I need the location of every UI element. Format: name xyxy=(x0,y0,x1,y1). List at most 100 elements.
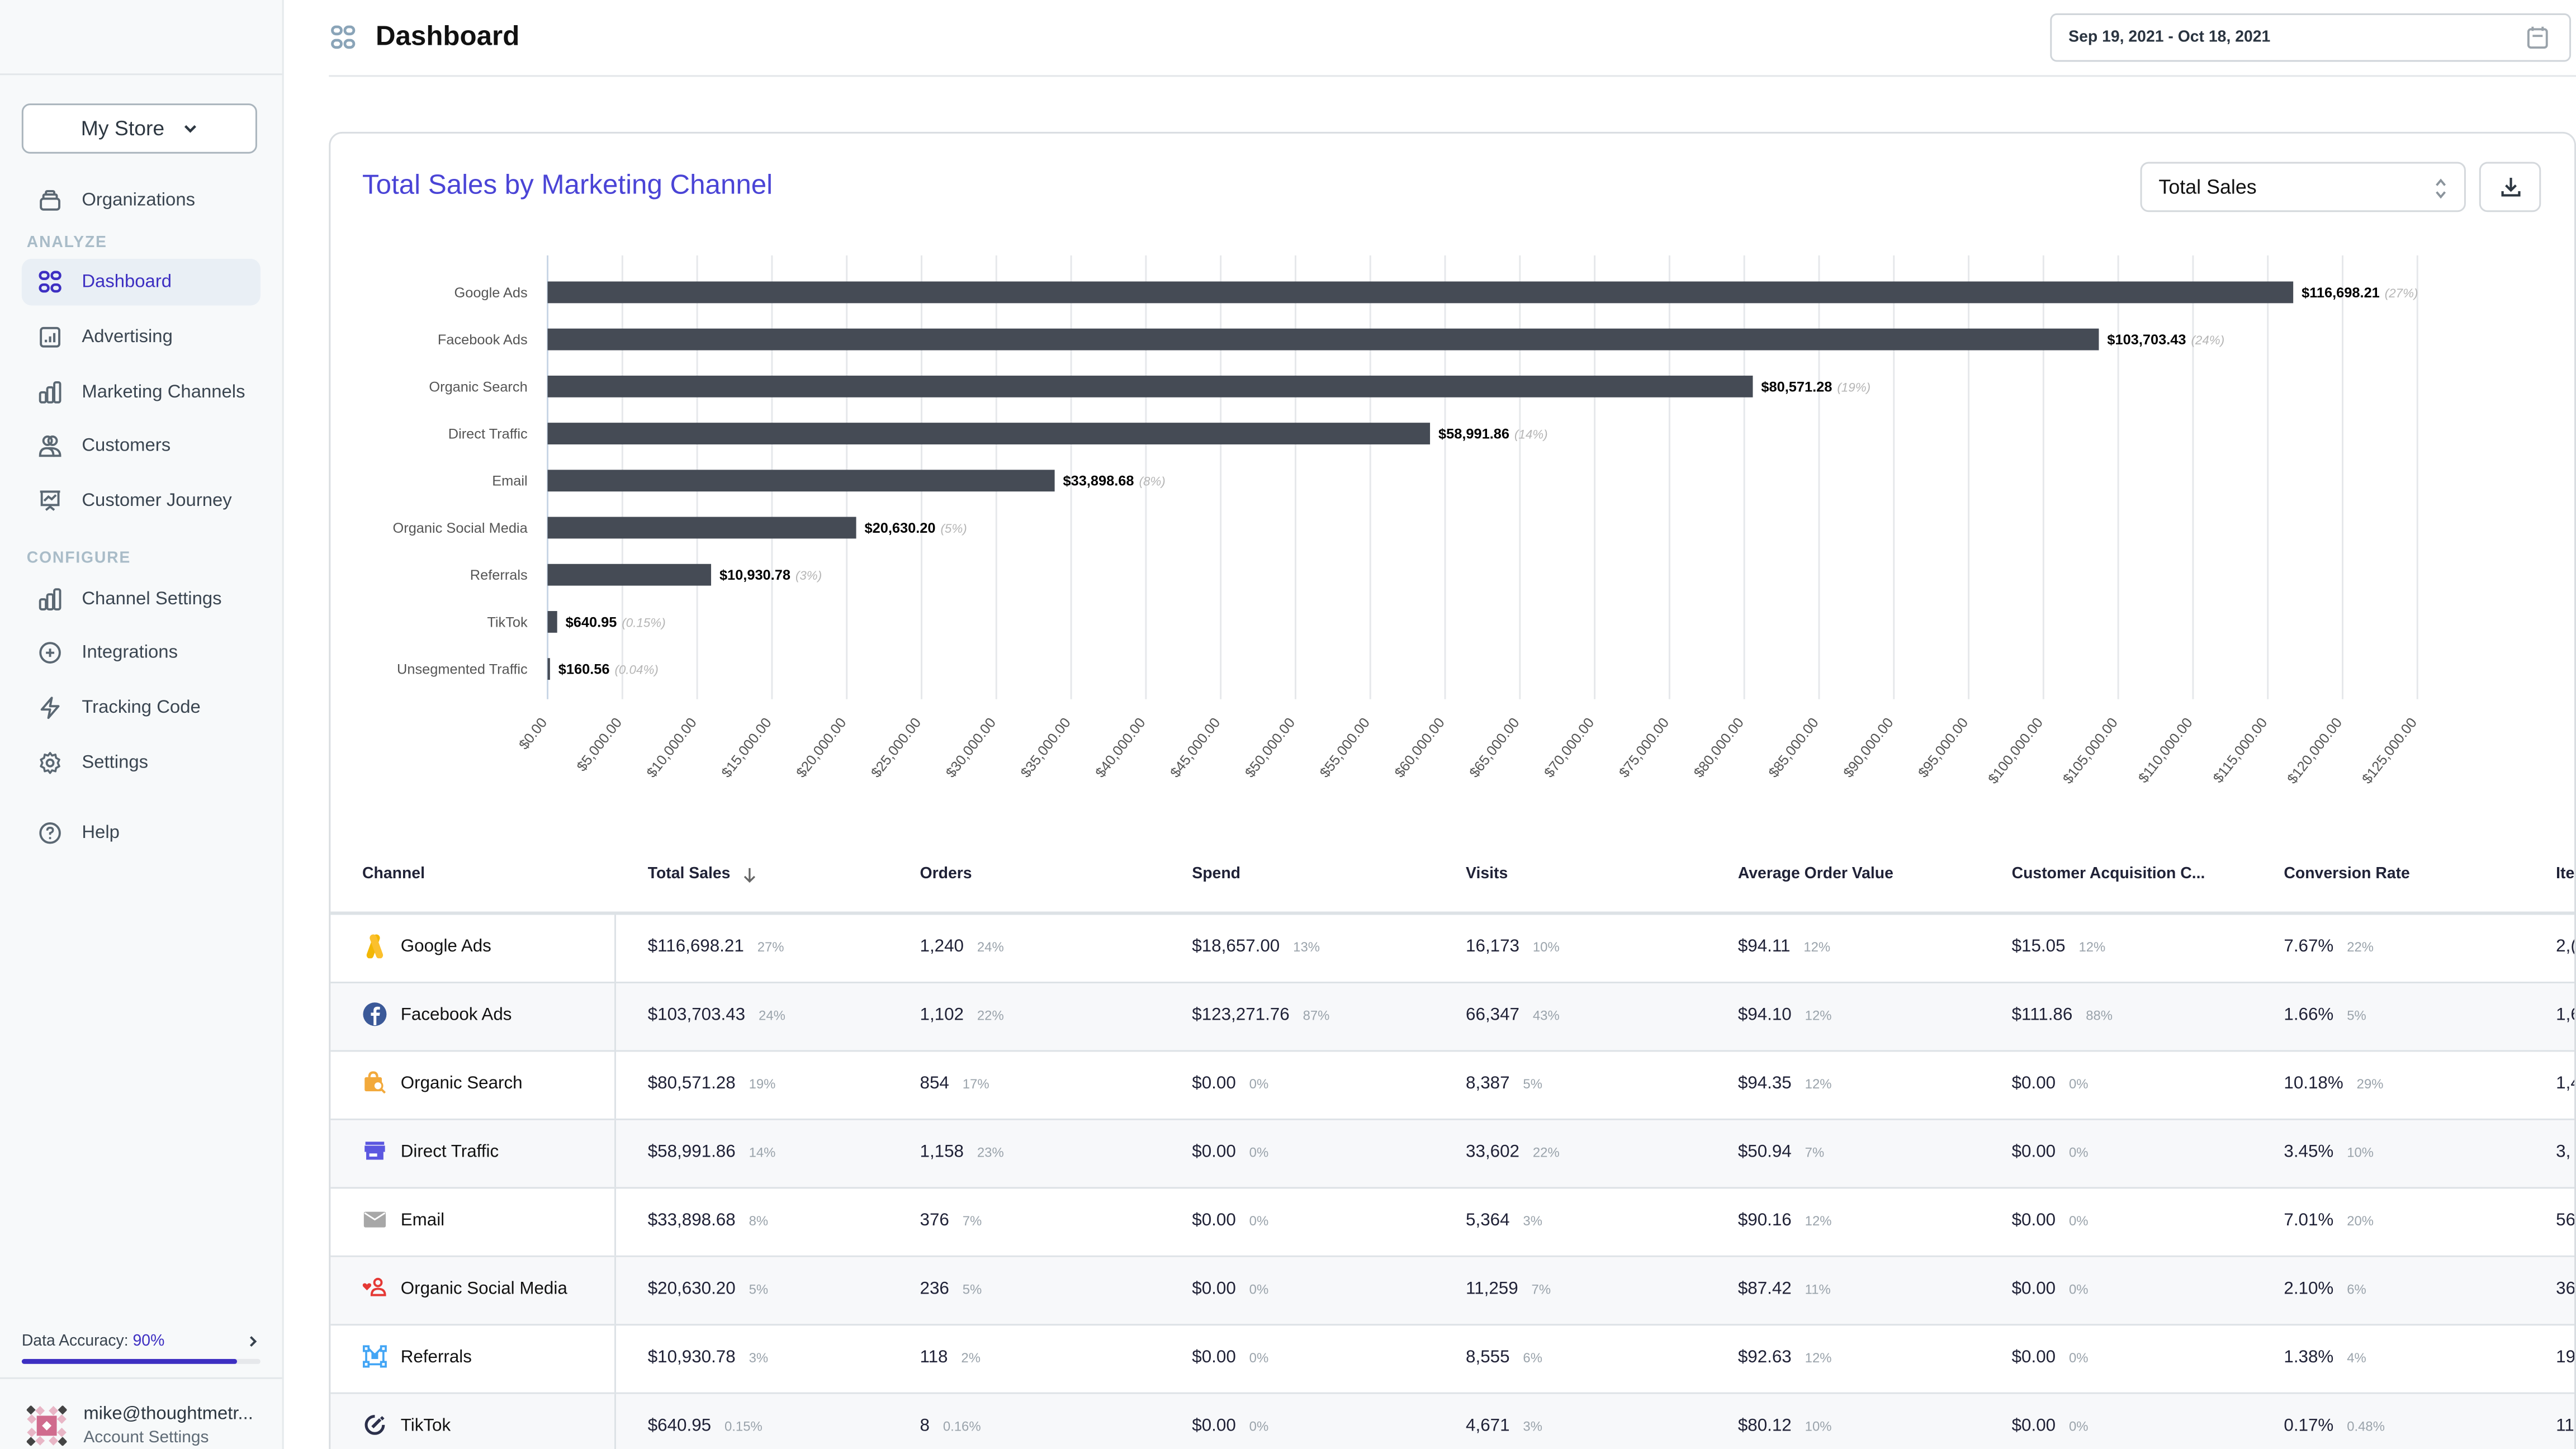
cell-value: $92.63 xyxy=(1738,1347,1792,1367)
column-header[interactable]: Customer Acquisition C... xyxy=(2012,865,2205,883)
cell-share-percent: 6% xyxy=(2347,1282,2366,1298)
channel-name: Direct Traffic xyxy=(401,1141,499,1161)
column-header-label: Conversion Rate xyxy=(2284,865,2409,883)
sidebar-item-advertising[interactable]: Advertising xyxy=(22,314,261,361)
channel-cell: Organic Social Media xyxy=(362,1276,567,1301)
cell-share-percent: 8% xyxy=(749,1214,769,1229)
table-cell: $94.1012% xyxy=(1738,1005,1832,1025)
column-header-label: Channel xyxy=(362,865,425,883)
dashboard-icon xyxy=(39,271,62,294)
download-icon xyxy=(2498,176,2522,199)
column-header[interactable]: Average Order Value xyxy=(1738,865,1893,883)
account-settings-link[interactable]: Account Settings xyxy=(83,1429,209,1447)
column-header[interactable]: Ite xyxy=(2556,865,2574,883)
sidebar-item-channel-settings[interactable]: Channel Settings xyxy=(22,576,261,623)
cell-value: 3.45% xyxy=(2284,1142,2333,1162)
channel-cell: Referrals xyxy=(362,1344,472,1369)
channel-cell: Email xyxy=(362,1207,444,1232)
table-cell: 2,( xyxy=(2556,936,2576,956)
channel-cell: Direct Traffic xyxy=(362,1139,499,1164)
table-cell: 11 xyxy=(2556,1415,2574,1436)
page-header: Dashboard Sep 19, 2021 - Oct 18, 2021 xyxy=(329,0,2576,77)
cell-share-percent: 27% xyxy=(757,940,784,955)
cell-value: $0.00 xyxy=(1192,1347,1235,1367)
account-menu[interactable]: mike@thoughtmetr... Account Settings xyxy=(0,1377,282,1449)
cell-value: $103,703.43 xyxy=(648,1005,745,1025)
sidebar-item-help[interactable]: Help xyxy=(22,809,261,856)
column-header-label: Customer Acquisition C... xyxy=(2012,865,2205,883)
table-row[interactable]: Email$33,898.688%3767%$0.000%5,3643%$90.… xyxy=(330,1188,2576,1257)
table-cell: $90.1612% xyxy=(1738,1210,1832,1230)
table-cell: 3767% xyxy=(920,1210,982,1230)
date-range-picker[interactable]: Sep 19, 2021 - Oct 18, 2021 xyxy=(2050,13,2571,62)
metric-select[interactable]: Total Sales xyxy=(2141,162,2466,212)
cell-share-percent: 0% xyxy=(2069,1351,2089,1366)
x-tick-label: $10,000.00 xyxy=(644,715,700,780)
column-header[interactable]: Channel xyxy=(362,865,425,883)
cell-value: $80.12 xyxy=(1738,1415,1792,1436)
sidebar-item-dashboard[interactable]: Dashboard xyxy=(22,259,261,306)
bar xyxy=(548,564,711,586)
channel-name: Google Ads xyxy=(401,936,491,956)
bar-chart: $0.00$5,000.00$10,000.00$15,000.00$20,00… xyxy=(330,234,2576,818)
table-row[interactable]: Referrals$10,930.783%1182%$0.000%8,5556%… xyxy=(330,1325,2576,1394)
bar-value-label: $640.95 xyxy=(566,614,617,630)
table-cell: 2.10%6% xyxy=(2284,1279,2366,1299)
chevron-right-icon[interactable] xyxy=(245,1334,261,1349)
sidebar-item-customer-journey[interactable]: Customer Journey xyxy=(22,477,261,524)
sidebar-item-integrations[interactable]: Integrations xyxy=(22,629,261,676)
sidebar-item-tracking-code[interactable]: Tracking Code xyxy=(22,684,261,731)
cell-share-percent: 4% xyxy=(2347,1351,2366,1366)
cell-value: 854 xyxy=(920,1073,949,1093)
cell-value: $80,571.28 xyxy=(648,1073,736,1093)
table-row[interactable]: Facebook Ads$103,703.4324%1,10222%$123,2… xyxy=(330,983,2576,1052)
x-tick-label: $90,000.00 xyxy=(1840,715,1896,780)
dashboard-icon xyxy=(330,25,356,50)
column-header[interactable]: Orders xyxy=(920,865,972,883)
bar-percent-label: (27%) xyxy=(2385,286,2418,300)
table-row[interactable]: Google Ads$116,698.2127%1,24024%$18,657.… xyxy=(330,915,2576,983)
help-icon xyxy=(39,821,62,845)
cell-value: 11,259 xyxy=(1466,1279,1518,1299)
table-cell: 3.45%10% xyxy=(2284,1142,2374,1162)
bar-percent-label: (5%) xyxy=(940,522,967,536)
cell-share-percent: 13% xyxy=(1293,940,1320,955)
table-row[interactable]: TikTok$640.950.15%80.16%$0.000%4,6713%$8… xyxy=(330,1394,2576,1449)
sidebar-item-marketing-channels[interactable]: Marketing Channels xyxy=(22,369,261,416)
x-tick-label: $80,000.00 xyxy=(1691,715,1747,780)
cell-value: 7.01% xyxy=(2284,1210,2333,1230)
table-row[interactable]: Organic Social Media$20,630.205%2365%$0.… xyxy=(330,1257,2576,1325)
sidebar-item-label: Channel Settings xyxy=(82,589,221,609)
table-cell: 1.66%5% xyxy=(2284,1005,2366,1025)
column-header[interactable]: Total Sales xyxy=(648,865,759,883)
sidebar-item-customers[interactable]: Customers xyxy=(22,423,261,470)
table-row[interactable]: Organic Search$80,571.2819%85417%$0.000%… xyxy=(330,1052,2576,1120)
column-header-label: Spend xyxy=(1192,865,1240,883)
channel-name: TikTok xyxy=(401,1415,451,1435)
sidebar-item-label: Help xyxy=(82,823,120,843)
table-row[interactable]: Direct Traffic$58,991.8614%1,15823%$0.00… xyxy=(330,1120,2576,1188)
column-divider xyxy=(614,1257,616,1324)
column-header[interactable]: Conversion Rate xyxy=(2284,865,2409,883)
channel-cell: Organic Search xyxy=(362,1070,523,1095)
download-button[interactable] xyxy=(2479,162,2541,212)
column-divider xyxy=(614,1120,616,1187)
table-cell: 80.16% xyxy=(920,1415,981,1436)
cell-value: $15.05 xyxy=(2012,936,2066,956)
column-header[interactable]: Spend xyxy=(1192,865,1240,883)
column-header[interactable]: Visits xyxy=(1466,865,1508,883)
x-tick-label: $15,000.00 xyxy=(718,715,774,780)
cell-value: 3, xyxy=(2556,1142,2570,1162)
sidebar-item-organizations[interactable]: Organizations xyxy=(22,177,261,224)
column-divider xyxy=(614,1325,616,1392)
store-selector[interactable]: My Store xyxy=(22,103,257,154)
cell-share-percent: 5% xyxy=(2347,1008,2366,1024)
x-tick-label: $55,000.00 xyxy=(1317,715,1373,780)
cell-share-percent: 88% xyxy=(2086,1008,2113,1024)
data-accuracy[interactable]: Data Accuracy: 90% xyxy=(22,1332,261,1364)
sidebar-item-label: Customer Journey xyxy=(82,491,231,511)
cell-share-percent: 22% xyxy=(1533,1145,1560,1161)
column-divider xyxy=(614,1188,616,1255)
cell-share-percent: 10% xyxy=(1533,940,1560,955)
sidebar-item-settings[interactable]: Settings xyxy=(22,740,261,787)
